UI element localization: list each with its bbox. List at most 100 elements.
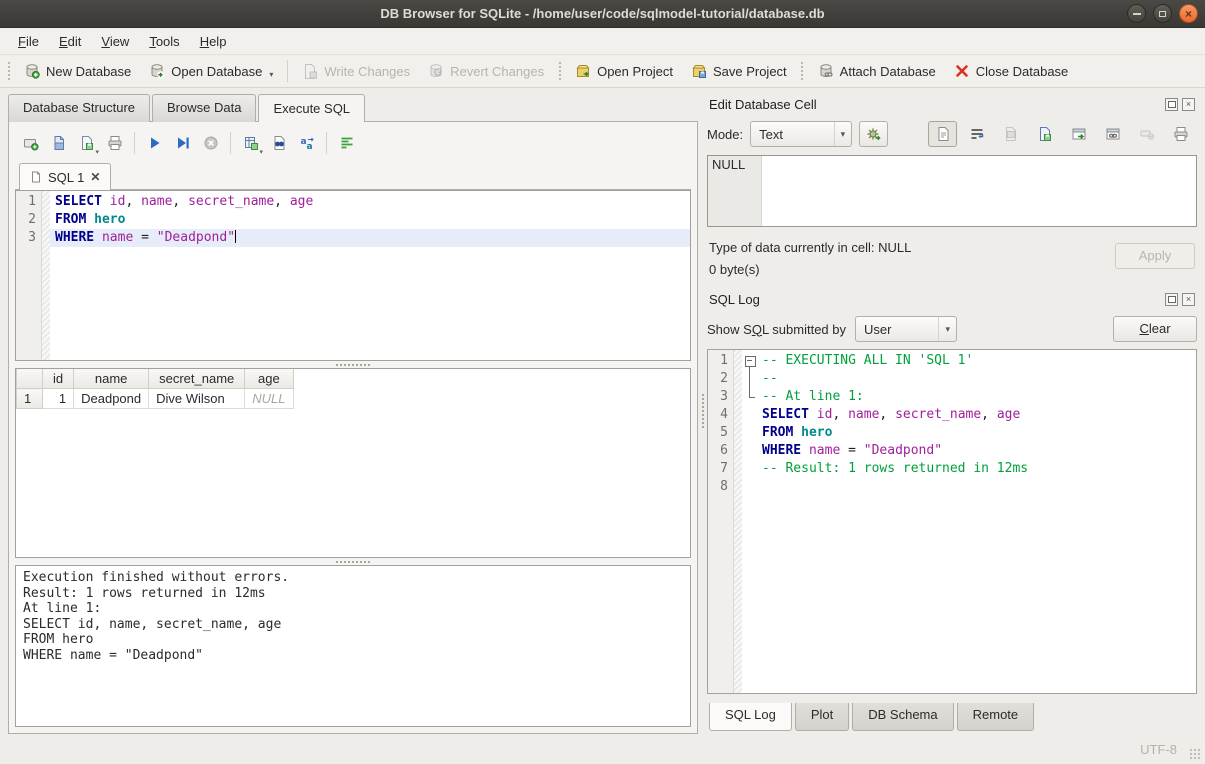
code-line[interactable]: FROM hero	[742, 424, 1196, 442]
new-database-button[interactable]: New Database	[15, 59, 140, 83]
results-col-id[interactable]: id	[43, 369, 74, 389]
format-sql-icon: aa	[299, 135, 315, 151]
tab-sql-log[interactable]: SQL Log	[709, 703, 792, 731]
maximize-button[interactable]	[1153, 4, 1172, 23]
attach-database-button[interactable]: Attach Database	[809, 59, 945, 83]
mode-select[interactable]: Text ▾	[750, 121, 852, 147]
print-cell-button[interactable]	[1166, 121, 1195, 147]
minimize-button[interactable]	[1127, 4, 1146, 23]
titlebar[interactable]: DB Browser for SQLite - /home/user/code/…	[0, 0, 1205, 28]
format-sql-button[interactable]: aa	[293, 131, 320, 156]
export-results-button[interactable]: ▾	[237, 131, 264, 156]
code-line[interactable]: WHERE name = "Deadpond"	[742, 442, 1196, 460]
results-grid: id name secret_name age 1 1 Deadpond Div…	[15, 368, 691, 558]
open-sql-file-button[interactable]	[45, 131, 72, 156]
code-line[interactable]: --	[742, 370, 1196, 388]
cell-name[interactable]: Deadpond	[74, 389, 149, 409]
save-sql-file-button[interactable]: ▾	[73, 131, 100, 156]
dock-float-icon[interactable]	[1165, 293, 1178, 306]
tab-browse-data[interactable]: Browse Data	[152, 94, 256, 122]
tab-database-structure[interactable]: Database Structure	[8, 94, 150, 122]
code-text: -- Result: 1 rows returned in 12ms	[757, 460, 1028, 478]
menu-help[interactable]: Help	[190, 30, 237, 53]
sql-editor[interactable]: 123SELECT id, name, secret_name, ageFROM…	[15, 190, 691, 361]
clear-button[interactable]: Clear	[1113, 316, 1197, 342]
auto-apply-button[interactable]	[859, 121, 888, 147]
cell-id[interactable]: 1	[43, 389, 74, 409]
code-line[interactable]	[742, 478, 1196, 496]
tab-plot[interactable]: Plot	[795, 703, 849, 731]
statusbar: UTF-8	[0, 734, 1205, 764]
code-line[interactable]: -- EXECUTING ALL IN 'SQL 1'	[742, 352, 1196, 370]
word-wrap-button[interactable]	[962, 121, 991, 147]
encoding-indicator[interactable]: UTF-8	[1140, 742, 1177, 757]
find-button[interactable]	[265, 131, 292, 156]
dock-float-icon[interactable]	[1165, 98, 1178, 111]
code-text: SELECT id, name, secret_name, age	[757, 406, 1020, 424]
edit-cell-dock-title: Edit Database Cell	[709, 97, 1165, 112]
tab-db-schema[interactable]: DB Schema	[852, 703, 953, 731]
word-wrap-button[interactable]	[333, 131, 360, 156]
cell-editor-icons	[928, 121, 1197, 147]
execute-current-line-button[interactable]	[169, 131, 196, 156]
row-header[interactable]: 1	[17, 389, 43, 409]
code-line[interactable]: WHERE name = "Deadpond"	[50, 229, 690, 247]
cell-age[interactable]: NULL	[245, 389, 293, 409]
toolbar-drag-handle[interactable]	[799, 60, 806, 82]
dock-close-icon[interactable]: ×	[1182, 98, 1195, 111]
cell-secret-name[interactable]: Dive Wilson	[149, 389, 245, 409]
code-line[interactable]: SELECT id, name, secret_name, age	[50, 193, 690, 211]
open-external-button[interactable]	[1064, 121, 1093, 147]
save-project-button[interactable]: Save Project	[682, 59, 796, 83]
tab-remote[interactable]: Remote	[957, 703, 1035, 731]
save-sql-dropdown-caret[interactable]: ▾	[95, 148, 99, 156]
sql-log-view[interactable]: 12345678-- EXECUTING ALL IN 'SQL 1'---- …	[707, 349, 1197, 694]
open-database-dropdown-caret[interactable]: ▾	[269, 70, 273, 79]
splitter-handle[interactable]	[15, 558, 691, 565]
new-sql-tab-button[interactable]	[17, 131, 44, 156]
tab-execute-sql[interactable]: Execute SQL	[258, 94, 365, 122]
export-data-button[interactable]	[1030, 121, 1059, 147]
open-project-button[interactable]: Open Project	[566, 59, 682, 83]
menu-file[interactable]: File	[8, 30, 49, 53]
resize-grip[interactable]	[1189, 748, 1202, 761]
export-dropdown-caret[interactable]: ▾	[259, 148, 263, 156]
dock-close-icon[interactable]: ×	[1182, 293, 1195, 306]
import-data-button	[996, 121, 1025, 147]
cell-value-editor[interactable]: NULL	[707, 155, 1197, 227]
close-button[interactable]: ×	[1179, 4, 1198, 23]
submitted-by-select[interactable]: User ▾	[855, 316, 957, 342]
pane-splitter-handle[interactable]	[698, 88, 707, 734]
code-lines[interactable]: SELECT id, name, secret_name, ageFROM he…	[50, 191, 690, 360]
code-line[interactable]: -- Result: 1 rows returned in 12ms	[742, 460, 1196, 478]
open-database-label: Open Database	[171, 64, 262, 79]
code-lines[interactable]: -- EXECUTING ALL IN 'SQL 1'---- At line …	[742, 350, 1196, 693]
close-database-button[interactable]: Close Database	[945, 59, 1078, 83]
execute-sql-panel: ▾	[8, 121, 698, 734]
open-database-button[interactable]: Open Database ▾	[140, 59, 282, 83]
write-changes-icon	[302, 63, 318, 79]
menu-view[interactable]: View	[91, 30, 139, 53]
print-sql-button[interactable]	[101, 131, 128, 156]
results-col-name[interactable]: name	[74, 369, 149, 389]
toolbar-drag-handle[interactable]	[5, 60, 12, 82]
app-window: DB Browser for SQLite - /home/user/code/…	[0, 0, 1205, 764]
menu-tools[interactable]: Tools	[139, 30, 189, 53]
splitter-handle[interactable]	[15, 361, 691, 368]
execute-all-button[interactable]	[141, 131, 168, 156]
sql-tab-1[interactable]: SQL 1 ✕	[19, 163, 111, 190]
fold-toggle-icon[interactable]	[742, 352, 757, 370]
cell-info-row: Type of data currently in cell: NULL 0 b…	[709, 237, 1195, 281]
menu-edit[interactable]: Edit	[49, 30, 91, 53]
text-mode-button[interactable]	[928, 121, 957, 147]
sql-tab-close-icon[interactable]: ✕	[90, 170, 100, 184]
results-col-secret-name[interactable]: secret_name	[149, 369, 245, 389]
code-line[interactable]: FROM hero	[50, 211, 690, 229]
chevron-down-icon: ▾	[938, 317, 956, 341]
toolbar-drag-handle[interactable]	[556, 60, 563, 82]
link-button[interactable]	[1098, 121, 1127, 147]
results-col-age[interactable]: age	[245, 369, 293, 389]
cell-value-area[interactable]	[762, 156, 1196, 226]
code-line[interactable]: SELECT id, name, secret_name, age	[742, 406, 1196, 424]
code-line[interactable]: -- At line 1:	[742, 388, 1196, 406]
